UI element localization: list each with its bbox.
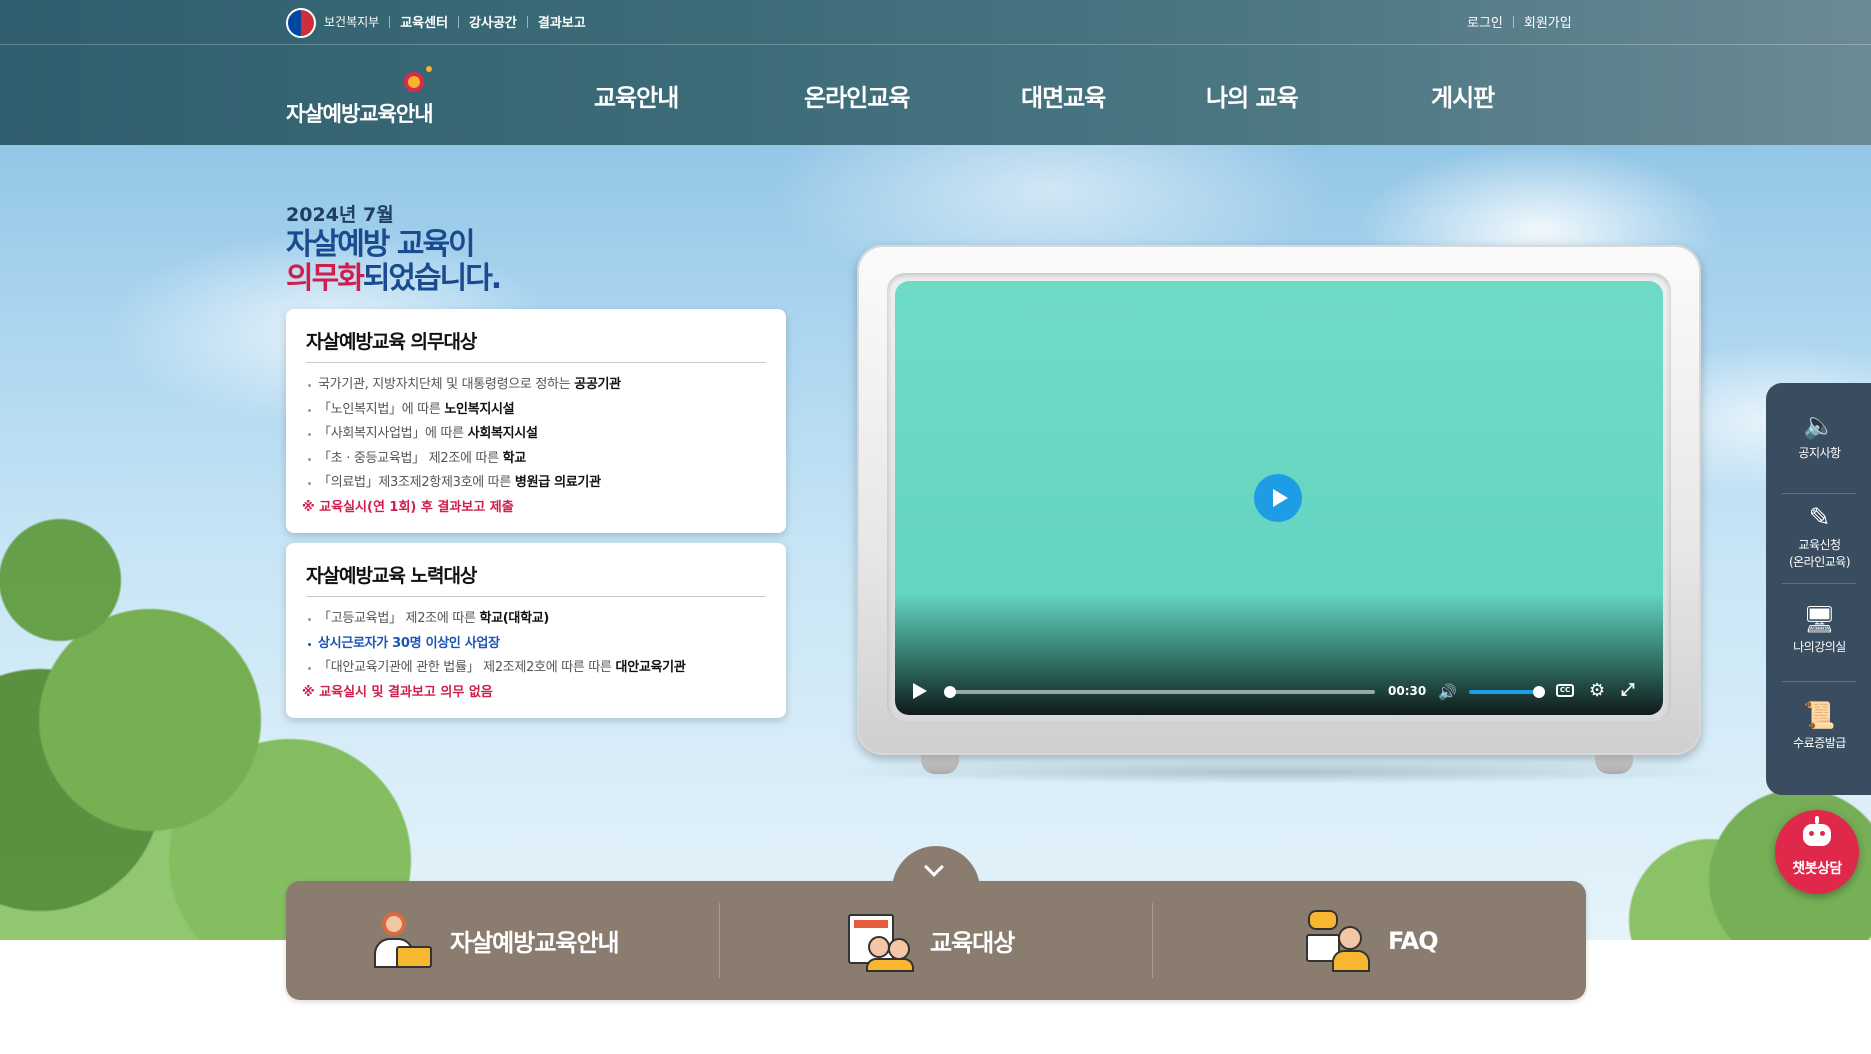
time-display: 00:30 bbox=[1388, 684, 1427, 698]
divider bbox=[719, 903, 720, 978]
tv-leg-left bbox=[921, 752, 959, 774]
login-link[interactable]: 로그인 bbox=[1467, 12, 1503, 31]
speaker-icon: 🔈 bbox=[1803, 411, 1836, 441]
logo-mark-icon bbox=[404, 72, 424, 92]
effort-target-list: 「고등교육법」 제2조에 따른 학교(대학교) 상시근로자가 30명 이상인 사… bbox=[306, 607, 766, 681]
captions-icon[interactable]: CC bbox=[1556, 684, 1574, 697]
divider bbox=[458, 15, 460, 28]
shortcut-faq[interactable]: FAQ bbox=[1304, 881, 1439, 1000]
tv-leg-right bbox=[1595, 752, 1633, 774]
faq-person-icon bbox=[1304, 906, 1374, 976]
certificate-icon: 📜 bbox=[1803, 701, 1836, 731]
fullscreen-icon[interactable]: ⤢ bbox=[1621, 680, 1635, 700]
video-controls: 00:30 🔊 CC ⚙ ⤢ bbox=[895, 671, 1663, 711]
hero-date: 2024년 7월 bbox=[286, 204, 394, 226]
nav-online-education[interactable]: 온라인교육 bbox=[804, 78, 910, 113]
video-player[interactable]: 00:30 🔊 CC ⚙ ⤢ bbox=[895, 281, 1663, 715]
top-link-instructor-space[interactable]: 강사공간 bbox=[469, 12, 517, 31]
gov-name-link[interactable]: 보건복지부 bbox=[324, 13, 379, 30]
card-title: 자살예방교육 노력대상 bbox=[306, 561, 766, 597]
quick-notice[interactable]: 🔈 공지사항 bbox=[1778, 411, 1861, 462]
user-links: 로그인 회원가입 bbox=[1467, 12, 1572, 31]
progress-bar[interactable] bbox=[944, 686, 1375, 698]
shortcut-education-target[interactable]: 교육대상 bbox=[846, 881, 1015, 1000]
effort-target-card: 자살예방교육 노력대상 「고등교육법」 제2조에 따른 학교(대학교) 상시근로… bbox=[286, 543, 786, 718]
divider bbox=[389, 15, 391, 28]
nav-education-guide[interactable]: 교육안내 bbox=[594, 78, 679, 113]
hero-title-highlight: 의무화 bbox=[286, 261, 365, 296]
mandatory-target-list: 국가기관, 지방자치단체 및 대통령령으로 정하는 공공기관 「노인복지법」에 … bbox=[306, 373, 766, 496]
mandatory-note: ※ 교육실시(연 1회) 후 결과보고 제출 bbox=[302, 499, 514, 515]
tv-bezel: 00:30 🔊 CC ⚙ ⤢ bbox=[887, 273, 1671, 723]
tv-frame: 00:30 🔊 CC ⚙ ⤢ bbox=[857, 245, 1701, 755]
bottom-shortcut-bar: 자살예방교육안내 교육대상 FAQ bbox=[286, 881, 1586, 1000]
site-logo[interactable]: 자살예방교육안내 bbox=[286, 66, 456, 126]
hero-title-line2: 의무화되었습니다. bbox=[286, 261, 502, 296]
people-board-icon bbox=[846, 906, 916, 976]
quick-my-classroom[interactable]: 🖥 나의강의실 bbox=[1778, 605, 1861, 656]
quick-certificate[interactable]: 📜 수료증발급 bbox=[1778, 701, 1861, 752]
hero-title-rest: 되었습니다. bbox=[362, 261, 502, 296]
play-icon[interactable] bbox=[913, 683, 927, 699]
logo-dot bbox=[426, 66, 432, 72]
list-item: 「고등교육법」 제2조에 따른 학교(대학교) bbox=[306, 607, 766, 632]
list-item: 「사회복지사업법」에 따른 사회복지시설 bbox=[306, 422, 766, 447]
list-item: 국가기관, 지방자치단체 및 대통령령으로 정하는 공공기관 bbox=[306, 373, 766, 398]
settings-icon[interactable]: ⚙ bbox=[1589, 680, 1605, 701]
chatbot-button[interactable]: 챗봇상담 bbox=[1775, 810, 1859, 894]
mandatory-target-card: 자살예방교육 의무대상 국가기관, 지방자치단체 및 대통령령으로 정하는 공공… bbox=[286, 309, 786, 533]
top-link-result-report[interactable]: 결과보고 bbox=[538, 12, 586, 31]
list-item: 「초 · 중등교육법」 제2조에 따른 학교 bbox=[306, 447, 766, 472]
nav-board[interactable]: 게시판 bbox=[1431, 78, 1495, 113]
quick-apply-education[interactable]: ✎ 교육신청 (온라인교육) bbox=[1778, 503, 1861, 571]
top-links: 보건복지부 교육센터 강사공간 결과보고 bbox=[324, 12, 586, 31]
volume-slider[interactable] bbox=[1469, 686, 1545, 698]
site-title: 자살예방교육안내 bbox=[286, 102, 434, 126]
hero-title: 자살예방 교육이 의무화되었습니다. bbox=[286, 227, 502, 296]
nav-my-education[interactable]: 나의 교육 bbox=[1206, 78, 1299, 113]
list-item: 「의료법」제3조제2항제3호에 따른 병원급 의료기관 bbox=[306, 471, 766, 496]
teacher-laptop-icon bbox=[366, 906, 436, 976]
divider bbox=[1782, 681, 1856, 682]
shortcut-education-guide[interactable]: 자살예방교육안내 bbox=[366, 881, 620, 1000]
site-header: 보건복지부 교육센터 강사공간 결과보고 로그인 회원가입 자살예방교육안내 교… bbox=[0, 0, 1871, 145]
chevron-down-icon bbox=[924, 857, 944, 877]
quick-menu: 🔈 공지사항 ✎ 교육신청 (온라인교육) 🖥 나의강의실 📜 수료증발급 bbox=[1766, 383, 1871, 795]
list-item: 「노인복지법」에 따른 노인복지시설 bbox=[306, 398, 766, 423]
card-title: 자살예방교육 의무대상 bbox=[306, 327, 766, 363]
top-utility-bar: 보건복지부 교육센터 강사공간 결과보고 로그인 회원가입 bbox=[0, 0, 1871, 45]
divider bbox=[1782, 583, 1856, 584]
list-item: 상시근로자가 30명 이상인 사업장 bbox=[306, 632, 766, 657]
divider bbox=[1152, 903, 1153, 978]
monitor-icon: 🖥 bbox=[1802, 605, 1836, 635]
nav-offline-education[interactable]: 대면교육 bbox=[1021, 78, 1106, 113]
hero-title-line1: 자살예방 교육이 bbox=[286, 227, 476, 262]
chatbot-label: 챗봇상담 bbox=[1792, 861, 1842, 877]
edit-icon: ✎ bbox=[1808, 503, 1831, 533]
volume-icon[interactable]: 🔊 bbox=[1438, 683, 1457, 701]
robot-antenna bbox=[1815, 816, 1819, 824]
list-item: 「대안교육기관에 관한 법률」 제2조제2호에 따른 따른 대안교육기관 bbox=[306, 656, 766, 681]
play-button-large[interactable] bbox=[1254, 474, 1302, 522]
effort-note: ※ 교육실시 및 결과보고 의무 없음 bbox=[302, 684, 493, 700]
divider bbox=[526, 15, 528, 28]
signup-link[interactable]: 회원가입 bbox=[1524, 12, 1572, 31]
progress-handle[interactable] bbox=[944, 686, 956, 698]
divider bbox=[1512, 15, 1514, 28]
government-emblem-icon[interactable] bbox=[286, 8, 316, 38]
robot-icon bbox=[1803, 824, 1831, 846]
divider bbox=[1782, 493, 1856, 494]
volume-handle[interactable] bbox=[1533, 686, 1545, 698]
top-link-education-center[interactable]: 교육센터 bbox=[400, 12, 448, 31]
